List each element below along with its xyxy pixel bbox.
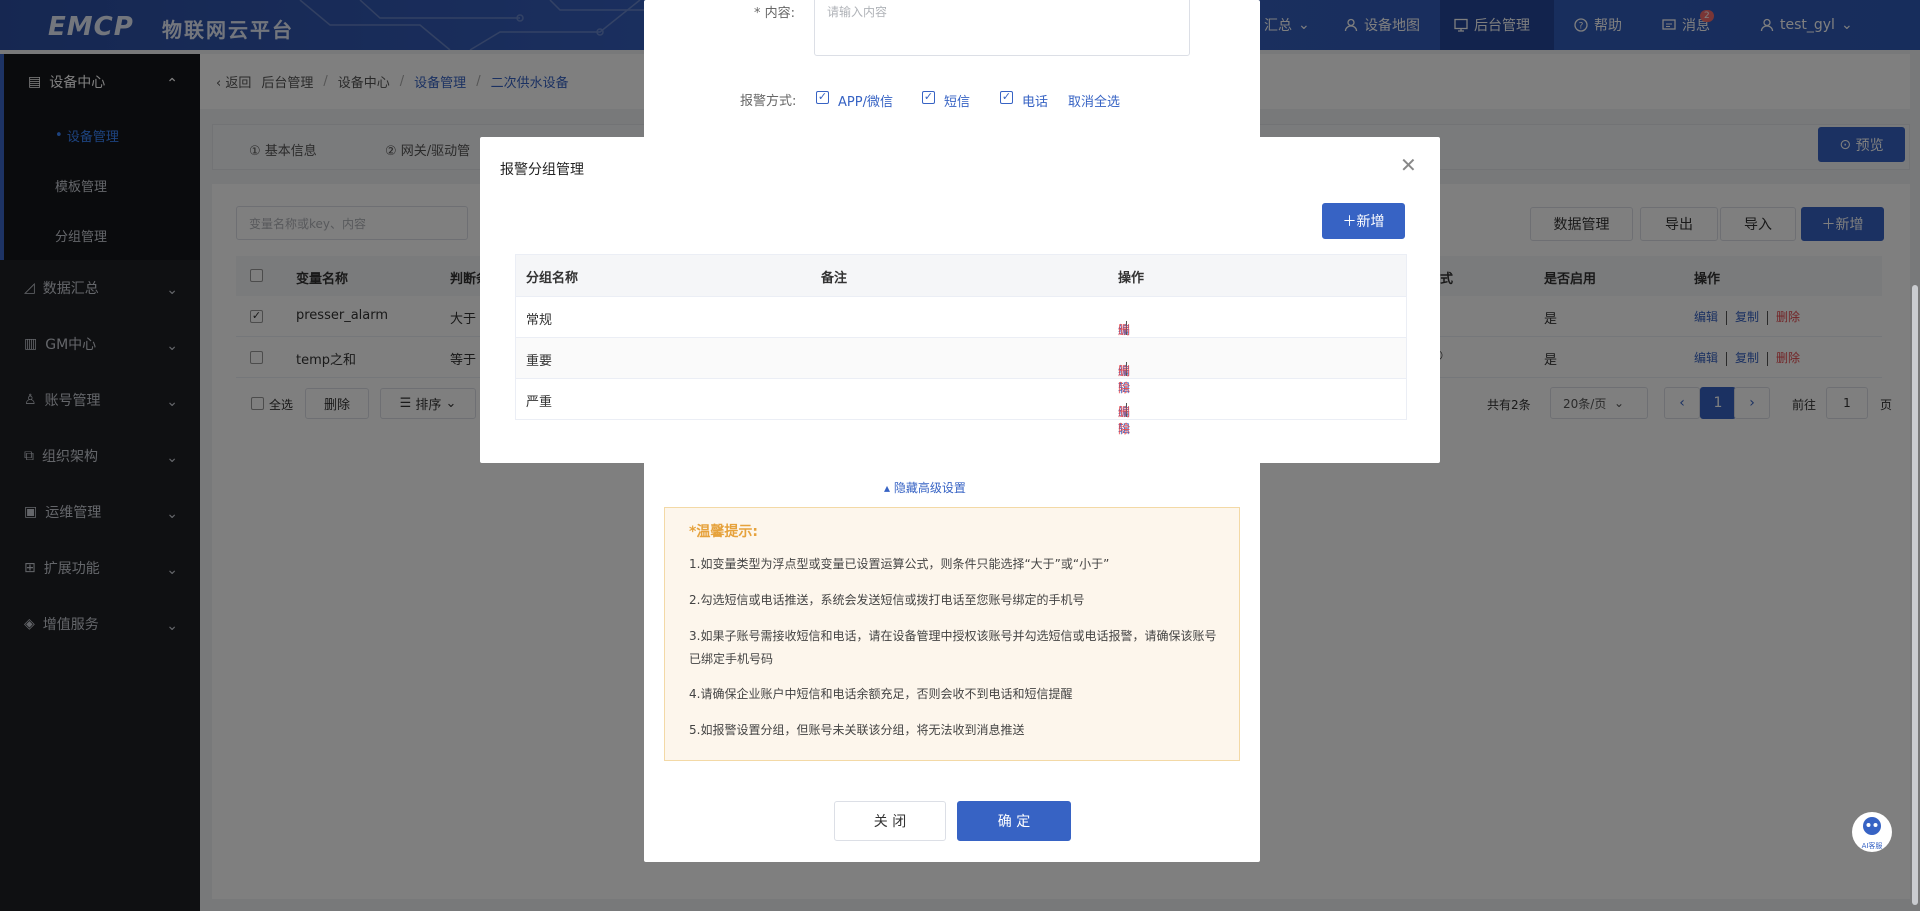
group-table: 分组名称 备注 操作 常规 编辑删除 重要 编辑删除 严重 编辑删除 — [515, 254, 1407, 436]
tip-item: 5.如报警设置分组，但账号未关联该分组，将无法收到消息推送 — [689, 723, 1025, 737]
close-icon[interactable]: ✕ — [1400, 153, 1417, 177]
table-row: 严重 编辑 删除 — [516, 378, 1406, 436]
tip-item: 3.如果子账号需接收短信和电话，请在设备管理中授权该账号并勾选短信或电话报警，请… — [689, 629, 1217, 666]
method-app-label: APP/微信 — [838, 95, 893, 110]
close-button[interactable]: 关 闭 — [834, 801, 946, 841]
method-sms-checkbox[interactable]: ✓ — [922, 91, 935, 104]
tips-box: *温馨提示: 1.如变量类型为浮点型或变量已设置运算公式，则条件只能选择“大于”… — [664, 507, 1240, 761]
confirm-button[interactable]: 确 定 — [957, 801, 1071, 841]
dialog-title: 报警分组管理 — [500, 162, 584, 178]
method-app-checkbox[interactable]: ✓ — [816, 91, 829, 104]
cell-group-name: 常规 — [526, 313, 553, 328]
content-label: * 内容: — [754, 6, 796, 21]
method-phone-checkbox[interactable]: ✓ — [1000, 91, 1013, 104]
hide-advanced-link[interactable]: ▴ 隐藏高级设置 — [884, 479, 966, 496]
alarm-method-label: 报警方式: — [740, 94, 797, 109]
hide-advanced-label: 隐藏高级设置 — [893, 481, 966, 495]
alarm-group-dialog: 报警分组管理 ✕ ＋新增 分组名称 备注 操作 常规 编辑删除 重要 编辑删除 … — [480, 137, 1440, 463]
table-row: 重要 编辑 删除 — [516, 337, 1406, 395]
method-phone-label: 电话 — [1022, 95, 1049, 110]
tips-title: *温馨提示: — [689, 524, 758, 540]
ai-assistant-button[interactable]: AI客服 — [1852, 812, 1892, 852]
table-row: 常规 编辑删除 — [516, 296, 1406, 354]
ai-label: AI客服 — [1861, 842, 1883, 850]
group-table-header: 分组名称 备注 操作 — [516, 255, 1406, 296]
column-header-remark: 备注 — [821, 271, 848, 286]
tip-item: 4.请确保企业账户中短信和电话余额充足，否则会收不到电话和短信提醒 — [689, 687, 1073, 701]
robot-icon — [1863, 817, 1881, 835]
cell-group-name: 重要 — [526, 354, 553, 369]
plus-icon: ＋ — [1342, 214, 1357, 230]
dialog-add-label: 新增 — [1356, 214, 1385, 230]
tip-item: 1.如变量类型为浮点型或变量已设置运算公式，则条件只能选择“大于”或“小于” — [689, 557, 1110, 571]
method-sms-label: 短信 — [944, 95, 971, 110]
dialog-add-button[interactable]: ＋新增 — [1322, 203, 1405, 239]
column-header-group-name: 分组名称 — [526, 271, 579, 286]
cell-group-name: 严重 — [526, 395, 553, 410]
column-header-ops: 操作 — [1118, 271, 1145, 286]
cancel-all-link[interactable]: 取消全选 — [1068, 91, 1120, 110]
tip-item: 2.勾选短信或电话推送，系统会发送短信或拨打电话至您账号绑定的手机号 — [689, 593, 1085, 607]
page-scrollbar[interactable] — [1912, 285, 1918, 905]
content-textarea[interactable]: 请输入内容 — [814, 0, 1190, 56]
delete-link[interactable]: 删除 — [1118, 403, 1130, 437]
